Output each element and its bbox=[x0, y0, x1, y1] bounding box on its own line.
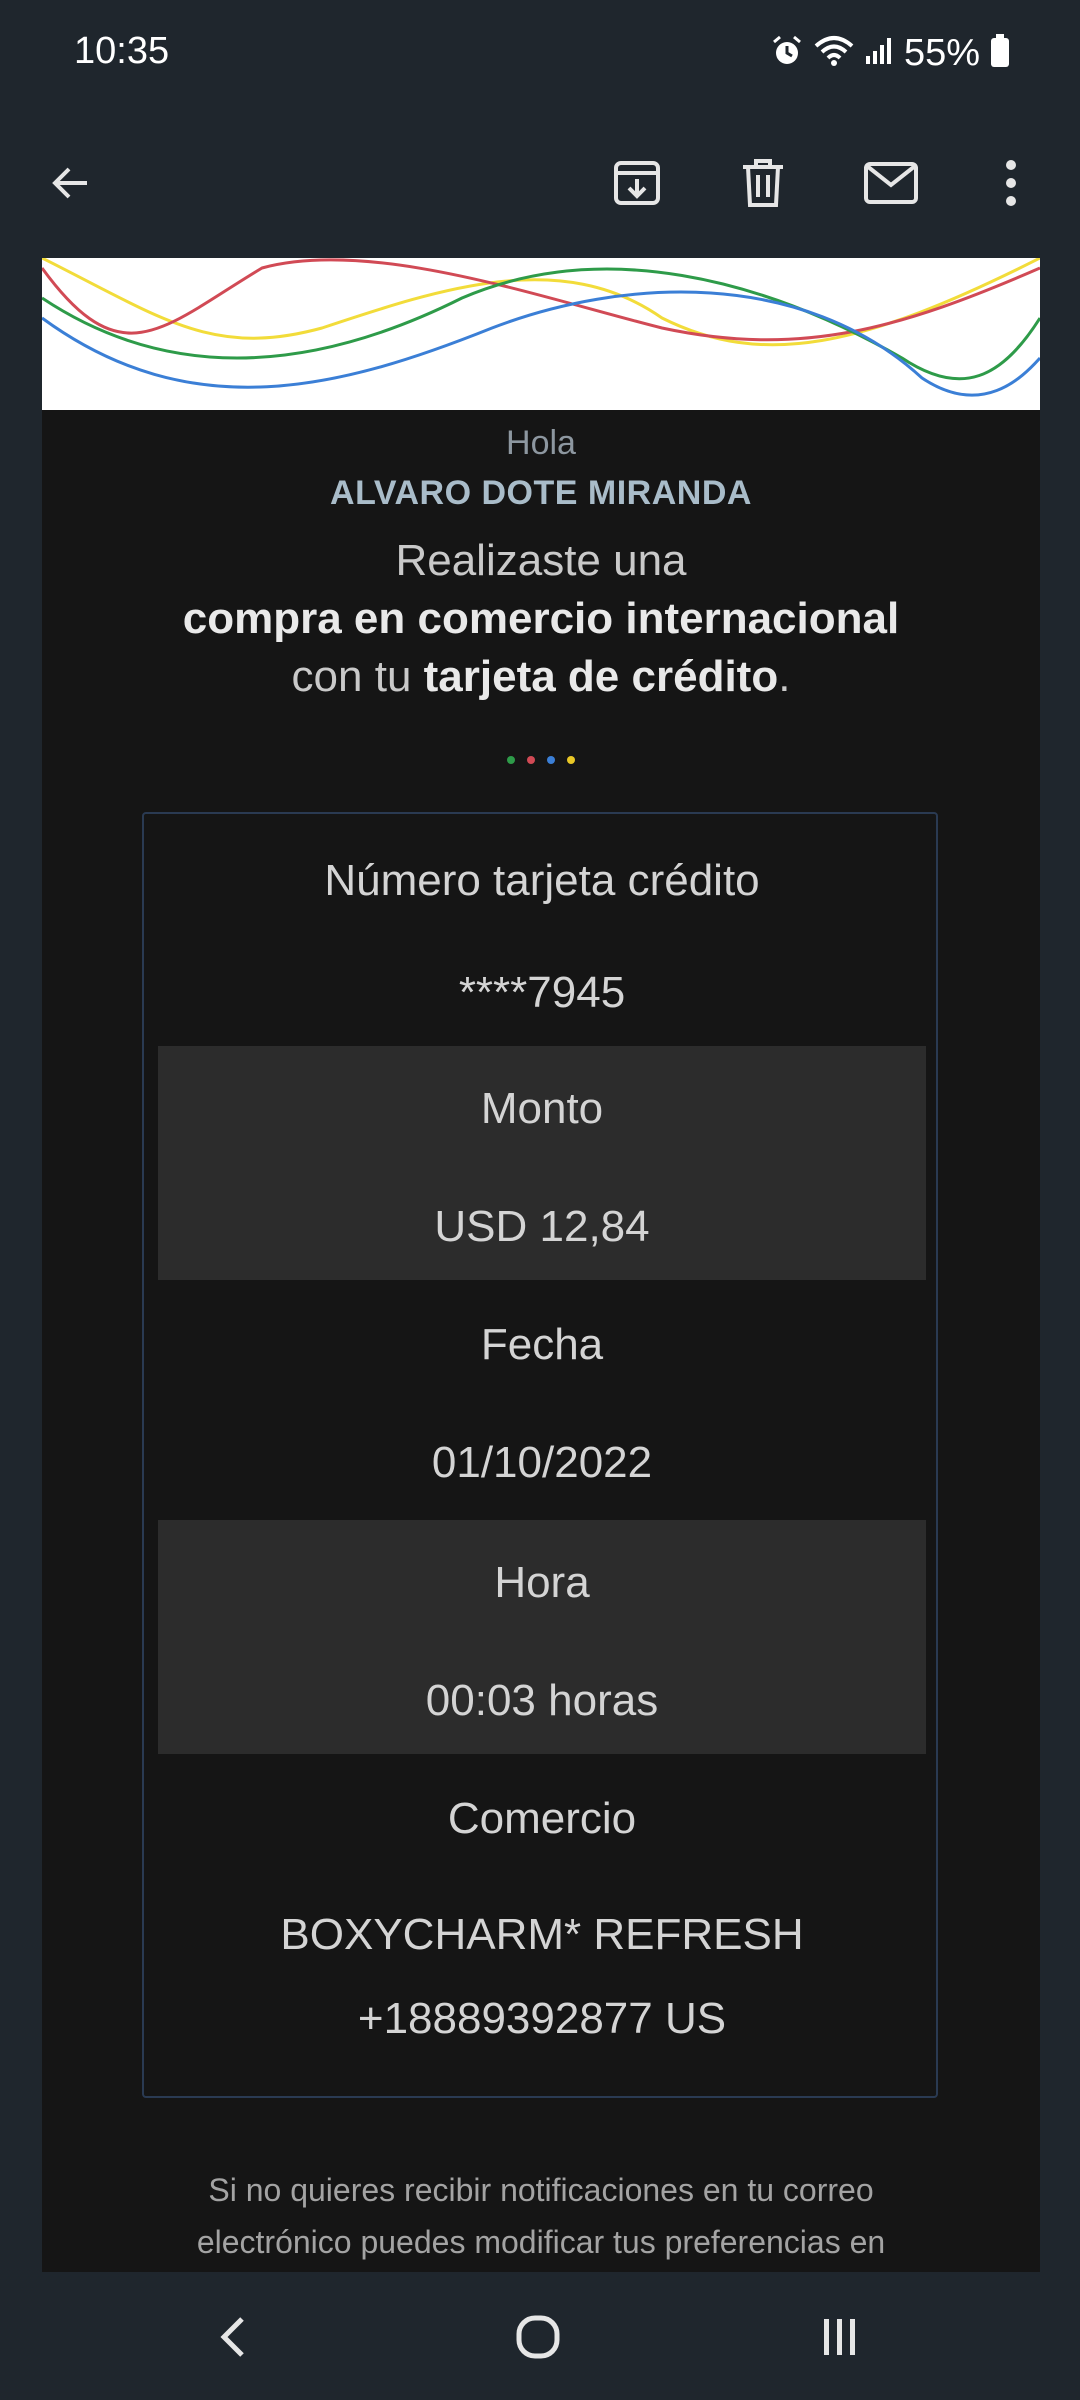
status-time: 10:35 bbox=[74, 30, 170, 72]
headline-line-1: Realizaste una bbox=[395, 536, 687, 585]
alarm-icon bbox=[770, 34, 804, 73]
amount-label: Monto bbox=[480, 1084, 604, 1133]
email-toolbar bbox=[0, 108, 1080, 258]
headline-line-3-prefix: con tu bbox=[291, 652, 424, 701]
time-value: 00:03 horas bbox=[425, 1676, 659, 1725]
signal-icon bbox=[864, 36, 894, 71]
headline-line-3: con tu tarjeta de crédito. bbox=[42, 652, 1040, 702]
home-nav-icon bbox=[516, 2315, 560, 2359]
merchant-phone-country: +18889392877 US bbox=[357, 1994, 727, 2043]
date-value: 01/10/2022 bbox=[431, 1438, 653, 1487]
time-label: Hora bbox=[494, 1558, 590, 1607]
footer-line-1: Si no quieres recibir notificaciones en … bbox=[208, 2172, 874, 2208]
wifi-icon bbox=[814, 34, 854, 73]
yellow-dot bbox=[567, 756, 575, 764]
recents-nav-icon bbox=[824, 2319, 855, 2355]
date-label: Fecha bbox=[480, 1320, 604, 1369]
footer-line-2: electrónico puedes modificar tus prefere… bbox=[196, 2224, 886, 2260]
recipient-name: ALVARO DOTE MIRANDA bbox=[330, 474, 752, 512]
archive-icon bbox=[614, 161, 660, 205]
transaction-details-box: Número tarjeta crédito ****7945 Monto US… bbox=[142, 812, 938, 2098]
system-recents-button[interactable] bbox=[790, 2292, 890, 2382]
email-body: Hola ALVARO DOTE MIRANDA Realizaste una … bbox=[42, 258, 1040, 2272]
merchant-name: BOXYCHARM* REFRESH bbox=[280, 1910, 804, 1959]
green-dot bbox=[507, 756, 515, 764]
archive-button[interactable] bbox=[592, 138, 682, 228]
system-navigation-bar bbox=[0, 2272, 1080, 2400]
headline-line-3-suffix: . bbox=[778, 652, 791, 701]
color-dots bbox=[42, 756, 1040, 764]
battery-icon bbox=[990, 33, 1010, 73]
card-number-value: ****7945 bbox=[458, 968, 626, 1017]
status-bar: 10:35 55% bbox=[0, 0, 1080, 108]
status-icons: 55% bbox=[770, 30, 1010, 76]
headline-line-2: compra en comercio internacional bbox=[182, 594, 900, 643]
red-dot bbox=[527, 756, 535, 764]
back-nav-icon bbox=[220, 2317, 244, 2357]
mail-icon bbox=[864, 162, 918, 204]
card-number-label: Número tarjeta crédito bbox=[324, 856, 760, 905]
blue-dot bbox=[547, 756, 555, 764]
more-vert-icon bbox=[1006, 160, 1016, 206]
headline-line-3-bold: tarjeta de crédito bbox=[423, 652, 779, 701]
back-arrow-icon bbox=[52, 167, 87, 199]
notification-preferences-text: Si no quieres recibir notificaciones en … bbox=[42, 2164, 1040, 2268]
decorative-wave-banner bbox=[42, 258, 1040, 410]
merchant-label: Comercio bbox=[447, 1794, 637, 1843]
mark-unread-button[interactable] bbox=[846, 138, 936, 228]
trash-icon bbox=[743, 159, 783, 207]
back-button[interactable] bbox=[26, 138, 116, 228]
system-home-button[interactable] bbox=[488, 2292, 588, 2382]
battery-percent: 55% bbox=[903, 31, 980, 74]
system-back-button[interactable] bbox=[184, 2292, 284, 2382]
greeting: Hola bbox=[506, 424, 576, 462]
delete-button[interactable] bbox=[718, 138, 808, 228]
more-options-button[interactable] bbox=[966, 138, 1056, 228]
amount-value: USD 12,84 bbox=[434, 1202, 650, 1251]
